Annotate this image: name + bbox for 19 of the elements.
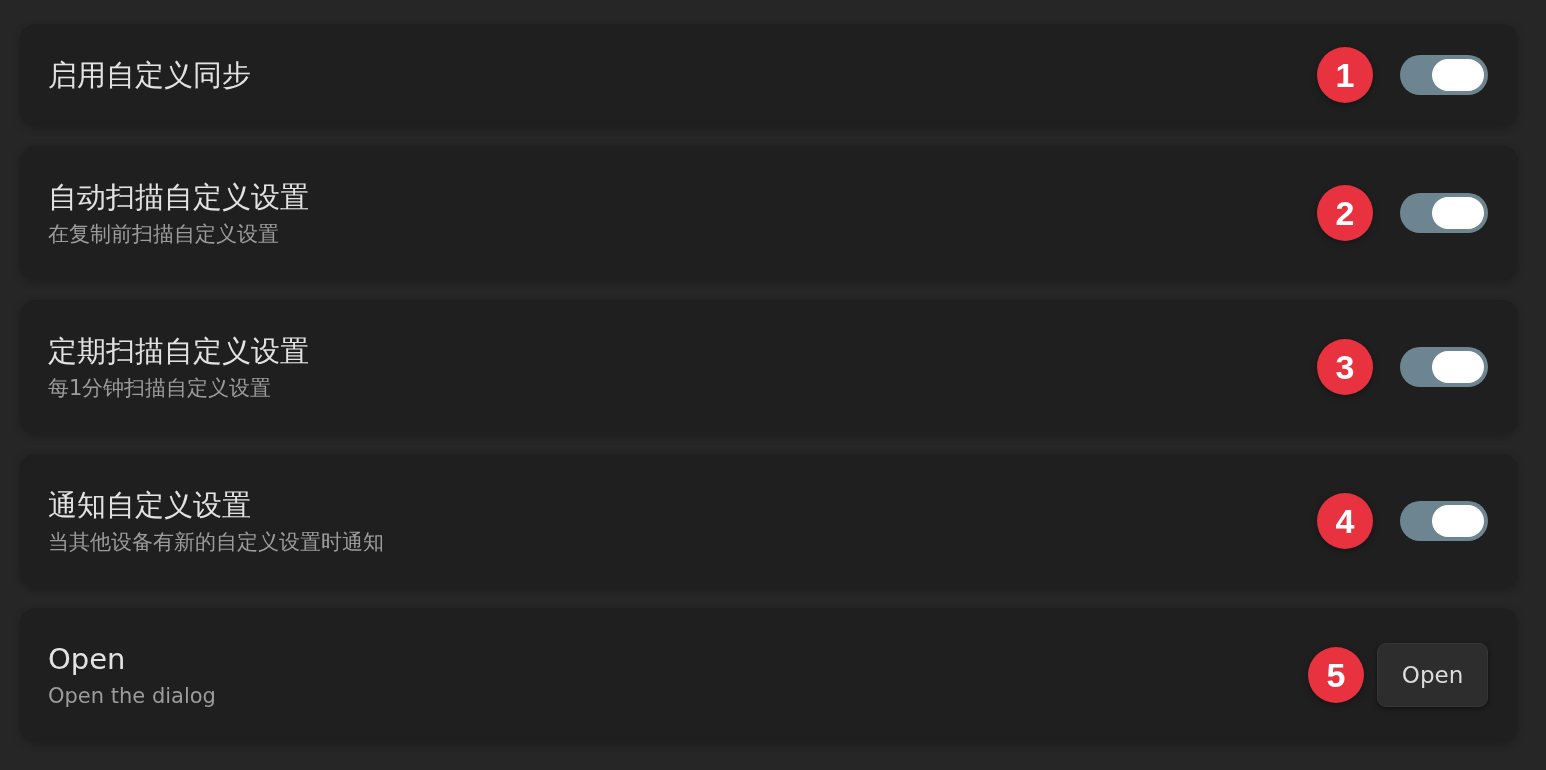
toggle-switch[interactable]: [1400, 347, 1488, 387]
setting-description: 每1分钟扫描自定义设置: [48, 375, 273, 402]
setting-description: 当其他设备有新的自定义设置时通知: [48, 529, 384, 556]
setting-title: 自动扫描自定义设置: [48, 179, 309, 216]
number-badge: 1: [1317, 47, 1373, 103]
number-badge: 3: [1317, 339, 1373, 395]
toggle-switch[interactable]: [1400, 55, 1488, 95]
setting-title: Open: [48, 641, 127, 678]
setting-description: Open the dialog: [48, 683, 216, 710]
setting-title: 定期扫描自定义设置: [48, 333, 309, 370]
toggle-switch[interactable]: [1400, 193, 1488, 233]
setting-title: 启用自定义同步: [48, 57, 251, 94]
open-button[interactable]: Open: [1377, 643, 1488, 707]
toggle-switch[interactable]: [1400, 501, 1488, 541]
setting-description: 在复制前扫描自定义设置: [48, 221, 280, 248]
number-badge: 4: [1317, 493, 1373, 549]
number-badge: 2: [1317, 185, 1373, 241]
setting-title: 通知自定义设置: [48, 487, 252, 524]
number-badge: 5: [1308, 647, 1364, 703]
